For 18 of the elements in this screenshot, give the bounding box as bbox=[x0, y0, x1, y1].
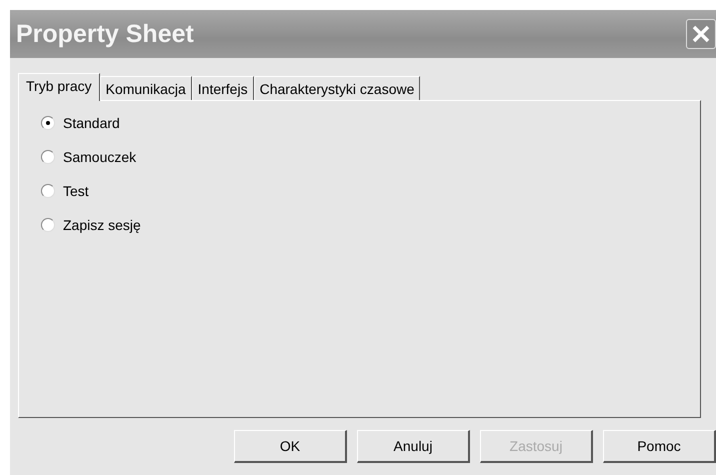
radio-button[interactable] bbox=[41, 150, 55, 164]
window-title: Property Sheet bbox=[16, 20, 194, 48]
radio-button[interactable] bbox=[41, 116, 55, 130]
tab[interactable]: Interfejs bbox=[192, 76, 254, 100]
tab[interactable]: Tryb pracy bbox=[18, 73, 100, 101]
dialog-button[interactable]: OK bbox=[234, 430, 347, 463]
radio-button[interactable] bbox=[41, 218, 55, 232]
radio-label: Zapisz sesję bbox=[63, 217, 141, 233]
close-button[interactable] bbox=[686, 19, 716, 49]
dialog-button[interactable]: Pomoc bbox=[603, 430, 716, 463]
radio-label: Test bbox=[63, 183, 89, 199]
close-icon bbox=[691, 24, 711, 44]
dialog-button[interactable]: Anuluj bbox=[357, 430, 470, 463]
radio-label: Standard bbox=[63, 115, 120, 131]
radio-label: Samouczek bbox=[63, 149, 136, 165]
tab[interactable]: Charakterystyki czasowe bbox=[254, 76, 420, 100]
radio-button[interactable] bbox=[41, 184, 55, 198]
tab[interactable]: Komunikacja bbox=[100, 76, 192, 100]
